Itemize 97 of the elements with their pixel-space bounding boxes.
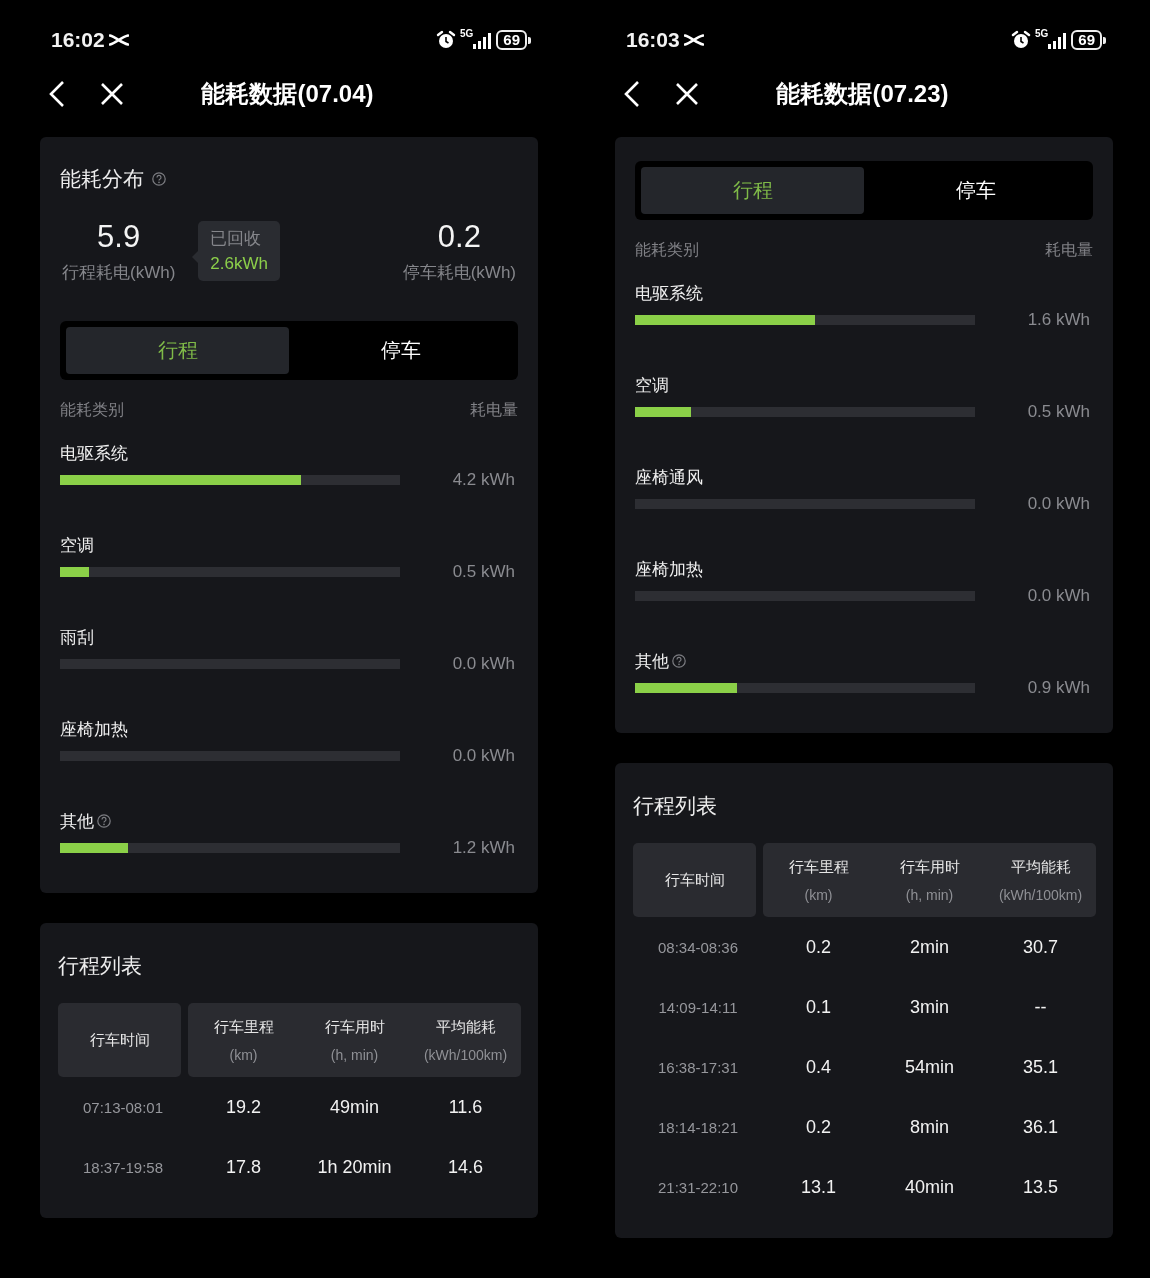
energy-reading: 1.2 kWh [451, 838, 516, 858]
time-range-cell-text: 16:38-17:31 [656, 1058, 740, 1076]
signal-icon [1046, 30, 1068, 50]
time-range-cell-text: 07:13-08:01 [81, 1098, 165, 1116]
header-cell: 行车时间 [58, 1003, 181, 1077]
tab[interactable]: 停车 [864, 167, 1087, 214]
crossed-curves-icon [108, 33, 129, 47]
table-cell-text: 1h 20min [316, 1156, 393, 1178]
energy-reading: 1.6 kWh [1026, 310, 1091, 330]
column-unit: (kWh/100km) [998, 886, 1083, 903]
tab[interactable]: 行程 [641, 167, 864, 214]
alarm-clock-icon [435, 30, 456, 50]
page-title: 能耗数据(07.23) [776, 79, 949, 109]
close-button[interactable] [675, 82, 699, 106]
trip-energy-label: 行程耗电(kWh) [62, 262, 176, 284]
category-name: 空调 [635, 374, 669, 397]
network-label: 5G [1034, 28, 1049, 39]
parking-energy-value: 0.2 [437, 218, 481, 256]
table-cell-text: 14.6 [446, 1156, 484, 1178]
column-label: 能耗类别 [60, 400, 124, 420]
trip-energy-value: 5.9 [97, 218, 141, 256]
column-header: 行车用时 [324, 1017, 385, 1037]
table-cell-text: 35.1 [1021, 1056, 1059, 1078]
table-cell-text: 30.7 [1021, 936, 1059, 958]
network-label: 5G [459, 28, 474, 39]
crossed-curves-icon [683, 33, 704, 47]
table-cell-text: 0.2 [805, 936, 832, 958]
column-label: 能耗类别 [635, 240, 699, 260]
energy-reading: 0.0 kWh [451, 654, 516, 674]
table-cell-text: 40min [904, 1176, 955, 1198]
table-cell-text: 3min [909, 996, 950, 1018]
signal-icon [471, 30, 493, 50]
energy-reading: 0.0 kWh [451, 746, 516, 766]
column-unit: (h, min) [905, 886, 954, 903]
column-header: 平均能耗 [1010, 857, 1071, 877]
time-range-cell-text: 08:34-08:36 [656, 938, 740, 956]
recovered-label: 已回收 [210, 228, 263, 250]
table-cell-text: 11.6 [447, 1096, 484, 1118]
column-unit: (kWh/100km) [423, 1046, 508, 1063]
tab[interactable]: 停车 [289, 327, 512, 374]
battery-indicator: 69 [1071, 30, 1106, 50]
category-name: 其他 [635, 650, 669, 673]
column-unit: (km) [229, 1046, 258, 1063]
time-range-cell-text: 18:14-18:21 [656, 1118, 740, 1136]
category-name: 其他 [60, 810, 94, 833]
back-button[interactable] [623, 80, 641, 108]
column-unit: (h, min) [330, 1046, 379, 1063]
category-name: 座椅加热 [60, 718, 128, 741]
table-cell-text: 0.2 [805, 1116, 832, 1138]
back-button[interactable] [48, 80, 66, 108]
column-header: 平均能耗 [435, 1017, 496, 1037]
recovered-value: 2.6kWh [210, 253, 268, 275]
time-range-cell-text: 18:37-19:58 [81, 1158, 165, 1176]
table-cell-text: 2min [909, 936, 950, 958]
header-cell: 行车时间 [633, 843, 756, 917]
column-label: 耗电量 [470, 400, 518, 420]
column-header: 行车里程 [788, 857, 849, 877]
column-header: 行车用时 [899, 857, 960, 877]
category-name: 雨刮 [60, 626, 94, 649]
table-cell-text: -- [1033, 996, 1048, 1018]
table-cell-text: 36.1 [1021, 1116, 1059, 1138]
section-title: 行程列表 [633, 793, 718, 819]
table-cell-text: 17.8 [224, 1156, 262, 1178]
table-cell-text: 8min [909, 1116, 950, 1138]
table-cell-text: 19.2 [224, 1096, 262, 1118]
category-name: 座椅通风 [635, 466, 703, 489]
column-unit: (km) [804, 886, 833, 903]
category-name: 空调 [60, 534, 94, 557]
table-cell-text: 0.4 [805, 1056, 832, 1078]
energy-reading: 0.0 kWh [1026, 586, 1091, 606]
category-name: 座椅加热 [635, 558, 703, 581]
parking-energy-label: 停车耗电(kWh) [402, 262, 516, 284]
tab[interactable]: 行程 [66, 327, 289, 374]
table-cell-text: 13.1 [799, 1176, 837, 1198]
energy-reading: 0.5 kWh [1026, 402, 1091, 422]
column-label: 耗电量 [1045, 240, 1093, 260]
table-cell-text: 49min [329, 1096, 380, 1118]
table-cell-text: 54min [904, 1056, 955, 1078]
time-range-cell-text: 21:31-22:10 [656, 1178, 740, 1196]
status-time: 16:02 [51, 28, 105, 52]
category-name: 电驱系统 [60, 442, 128, 465]
alarm-clock-icon [1010, 30, 1031, 50]
category-name: 电驱系统 [635, 282, 703, 305]
table-cell-text: 0.1 [805, 996, 832, 1018]
section-title: 能耗分布 [60, 166, 144, 192]
section-title: 行程列表 [58, 953, 143, 979]
time-range-cell-text: 14:09-14:11 [657, 998, 739, 1016]
energy-reading: 0.9 kWh [1026, 678, 1091, 698]
status-time: 16:03 [626, 28, 680, 52]
close-button[interactable] [100, 82, 124, 106]
table-cell-text: 13.5 [1021, 1176, 1059, 1198]
battery-indicator: 69 [496, 30, 531, 50]
energy-reading: 4.2 kWh [451, 470, 516, 490]
column-header: 行车里程 [213, 1017, 274, 1037]
page-title: 能耗数据(07.04) [201, 79, 374, 109]
energy-reading: 0.0 kWh [1026, 494, 1091, 514]
energy-reading: 0.5 kWh [451, 562, 516, 582]
